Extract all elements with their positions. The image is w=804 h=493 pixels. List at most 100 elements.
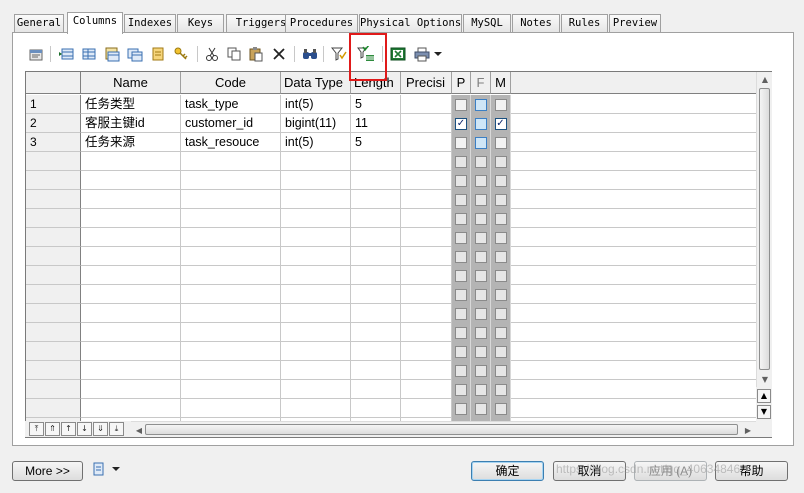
ok-button[interactable]: 确定 <box>471 461 544 481</box>
columns-grid[interactable]: Name Code Data Type Length Precisi P F M… <box>25 71 772 438</box>
primary-checkbox[interactable] <box>455 212 467 225</box>
column-header-foreign[interactable]: F <box>471 72 491 94</box>
move-bottom-icon[interactable]: ▼ <box>757 405 771 419</box>
foreign-checkbox[interactable] <box>474 98 487 111</box>
column-header-primary[interactable]: P <box>452 72 471 94</box>
precision-cell[interactable] <box>401 342 452 361</box>
row-number[interactable] <box>26 285 81 304</box>
data-type-cell[interactable] <box>281 323 351 342</box>
data-type-cell[interactable] <box>281 266 351 285</box>
table-row[interactable] <box>26 209 758 228</box>
primary-checkbox[interactable] <box>455 155 467 168</box>
name-cell[interactable] <box>81 323 181 342</box>
foreign-checkbox[interactable] <box>474 250 487 263</box>
primary-checkbox[interactable] <box>455 136 467 149</box>
more-button[interactable]: More >> <box>12 461 83 481</box>
precision-cell[interactable] <box>401 304 452 323</box>
move-page-up-icon[interactable]: ⇑ <box>45 422 60 436</box>
data-type-cell[interactable] <box>281 304 351 323</box>
apply-button[interactable]: 应用 (A) <box>634 461 707 481</box>
foreign-checkbox[interactable] <box>474 345 487 358</box>
horizontal-scrollbar[interactable]: ◀ ▶ <box>131 421 756 437</box>
row-number[interactable] <box>26 304 81 323</box>
data-type-cell[interactable]: int(5) <box>281 133 351 152</box>
mandatory-checkbox[interactable] <box>494 250 507 263</box>
table-row[interactable] <box>26 285 758 304</box>
customize-columns-filter-icon[interactable] <box>356 44 376 64</box>
find-icon[interactable] <box>300 44 320 64</box>
tab-keys[interactable]: Keys <box>177 14 224 33</box>
mandatory-checkbox[interactable] <box>494 193 507 206</box>
mandatory-checkbox[interactable] <box>494 174 507 187</box>
mandatory-checkbox[interactable]: ✓ <box>494 117 507 130</box>
vertical-scroll-thumb[interactable] <box>759 88 770 370</box>
length-cell[interactable] <box>351 323 401 342</box>
primary-checkbox[interactable] <box>455 326 467 339</box>
primary-checkbox[interactable] <box>455 250 467 263</box>
code-cell[interactable] <box>181 285 281 304</box>
tab-physical-options[interactable]: Physical Options <box>359 14 462 33</box>
precision-cell[interactable] <box>401 228 452 247</box>
name-cell[interactable] <box>81 266 181 285</box>
mandatory-checkbox[interactable] <box>494 307 507 320</box>
code-cell[interactable] <box>181 304 281 323</box>
mandatory-checkbox[interactable] <box>494 383 507 396</box>
primary-checkbox[interactable]: ✓ <box>455 117 467 130</box>
precision-cell[interactable] <box>401 266 452 285</box>
scroll-down-icon[interactable]: ▼ <box>757 372 773 386</box>
name-cell[interactable] <box>81 304 181 323</box>
table-row[interactable] <box>26 228 758 247</box>
foreign-checkbox[interactable] <box>474 402 487 415</box>
vertical-scrollbar[interactable]: ▲ ▼ <box>756 72 772 420</box>
format-dropdown-icon[interactable] <box>110 459 122 479</box>
length-cell[interactable]: 5 <box>351 95 401 114</box>
name-cell[interactable] <box>81 247 181 266</box>
foreign-checkbox[interactable] <box>474 364 487 377</box>
row-number[interactable] <box>26 380 81 399</box>
paste-icon[interactable] <box>246 44 266 64</box>
precision-cell[interactable] <box>401 114 452 133</box>
foreign-checkbox[interactable] <box>474 269 487 282</box>
name-cell[interactable]: 任务类型 <box>81 95 181 114</box>
name-cell[interactable] <box>81 152 181 171</box>
foreign-checkbox[interactable] <box>474 231 487 244</box>
table-row[interactable] <box>26 304 758 323</box>
table-row[interactable] <box>26 399 758 418</box>
mandatory-checkbox[interactable] <box>494 345 507 358</box>
code-cell[interactable]: task_resouce <box>181 133 281 152</box>
name-cell[interactable] <box>81 380 181 399</box>
precision-cell[interactable] <box>401 152 452 171</box>
length-cell[interactable] <box>351 190 401 209</box>
insert-row-icon[interactable] <box>56 44 76 64</box>
cancel-button[interactable]: 取消 <box>553 461 626 481</box>
code-cell[interactable]: customer_id <box>181 114 281 133</box>
data-type-cell[interactable] <box>281 247 351 266</box>
name-cell[interactable] <box>81 399 181 418</box>
foreign-checkbox[interactable] <box>474 383 487 396</box>
precision-cell[interactable] <box>401 95 452 114</box>
name-cell[interactable] <box>81 285 181 304</box>
data-type-cell[interactable] <box>281 190 351 209</box>
new-key-icon[interactable] <box>171 44 191 64</box>
code-cell[interactable]: task_type <box>181 95 281 114</box>
foreign-checkbox[interactable] <box>474 155 487 168</box>
code-cell[interactable] <box>181 152 281 171</box>
name-cell[interactable]: 任务来源 <box>81 133 181 152</box>
code-cell[interactable] <box>181 342 281 361</box>
excel-export-icon[interactable] <box>388 44 408 64</box>
delete-icon[interactable] <box>269 44 289 64</box>
row-number[interactable] <box>26 266 81 285</box>
table-row[interactable] <box>26 361 758 380</box>
length-cell[interactable] <box>351 342 401 361</box>
data-type-cell[interactable] <box>281 380 351 399</box>
table-row[interactable]: 2 客服主键id customer_id bigint(11) 11 ✓ ✓ <box>26 114 758 133</box>
row-number[interactable] <box>26 342 81 361</box>
table-row[interactable]: 3 任务来源 task_resouce int(5) 5 <box>26 133 758 152</box>
mandatory-checkbox[interactable] <box>494 136 507 149</box>
move-page-down-icon[interactable]: ⇓ <box>93 422 108 436</box>
mandatory-checkbox[interactable] <box>494 326 507 339</box>
foreign-checkbox[interactable] <box>474 212 487 225</box>
mandatory-checkbox[interactable] <box>494 402 507 415</box>
scroll-right-icon[interactable]: ▶ <box>740 423 756 437</box>
column-header-length[interactable]: Length <box>351 72 401 94</box>
